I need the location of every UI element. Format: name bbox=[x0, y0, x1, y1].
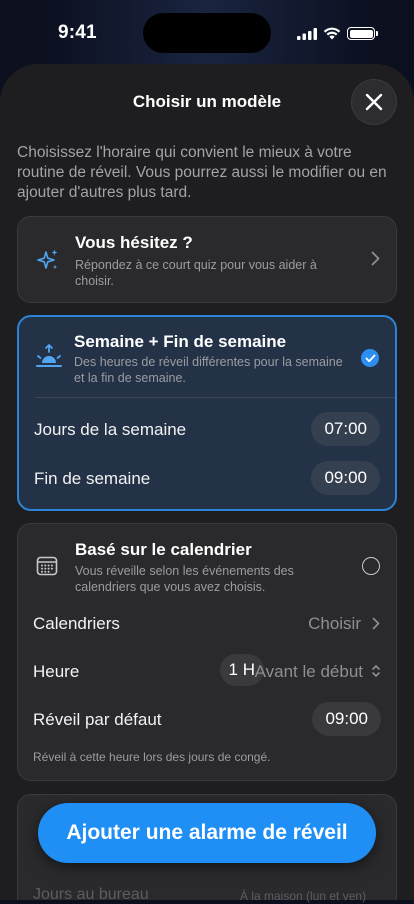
template-sheet: Choisir un modèle Choisissez l'horaire q… bbox=[0, 64, 414, 900]
office-days-label: Jours au bureau bbox=[33, 886, 149, 903]
wifi-icon bbox=[323, 27, 341, 40]
chevron-up-down-icon bbox=[372, 665, 380, 677]
calendar-icon bbox=[36, 556, 58, 576]
quiz-title: Vous hésitez ? bbox=[75, 233, 193, 252]
intro-text: Choisissez l'horaire qui convient le mie… bbox=[17, 144, 387, 201]
battery-icon bbox=[347, 27, 378, 40]
chevron-right-icon bbox=[372, 617, 380, 630]
default-wake-label: Réveil par défaut bbox=[33, 710, 162, 729]
status-time: 9:41 bbox=[58, 22, 97, 43]
calendars-choose-link[interactable]: Choisir bbox=[308, 614, 361, 634]
quiz-subtitle: Répondez à ce court quiz pour vous aider… bbox=[75, 258, 317, 288]
sunrise-icon bbox=[36, 344, 62, 367]
close-button[interactable] bbox=[352, 80, 396, 124]
weekend-time-button[interactable]: 09:00 bbox=[311, 461, 380, 495]
calendars-label: Calendriers bbox=[33, 614, 120, 633]
office-days-value: À la maison (lun et ven) bbox=[240, 889, 367, 903]
calendar-card[interactable]: Basé sur le calendrier Vous réveille sel… bbox=[17, 523, 397, 781]
calendar-subtitle: Vous réveille selon les événements des c… bbox=[75, 564, 294, 594]
time-label: Heure bbox=[33, 662, 80, 681]
selected-checkmark-icon bbox=[361, 349, 379, 367]
time-relation-select[interactable]: Avant le début bbox=[255, 662, 363, 682]
weekday-weekend-card[interactable]: Semaine + Fin de semaine Des heures de r… bbox=[17, 315, 397, 511]
weekdays-time-button[interactable]: 07:00 bbox=[311, 412, 380, 446]
calendar-title: Basé sur le calendrier bbox=[75, 540, 252, 559]
sparkles-icon bbox=[37, 249, 58, 269]
divider bbox=[35, 397, 395, 398]
weekend-label: Fin de semaine bbox=[34, 469, 151, 488]
default-wake-time-button[interactable]: 09:00 bbox=[312, 702, 381, 736]
quiz-card[interactable]: Vous hésitez ? Répondez à ce court quiz … bbox=[17, 216, 397, 303]
dynamic-island bbox=[143, 13, 271, 53]
unselected-radio-icon[interactable] bbox=[362, 557, 380, 575]
weekday-weekend-title: Semaine + Fin de semaine bbox=[74, 332, 287, 351]
chevron-right-icon bbox=[371, 251, 380, 266]
add-wake-alarm-button[interactable]: Ajouter une alarme de réveil bbox=[38, 803, 376, 863]
weekdays-label: Jours de la semaine bbox=[34, 420, 187, 439]
close-icon bbox=[365, 93, 383, 111]
cellular-signal-icon bbox=[297, 28, 317, 40]
weekday-weekend-subtitle: Des heures de réveil différentes pour la… bbox=[74, 355, 343, 385]
status-bar: 9:41 bbox=[0, 0, 414, 60]
default-wake-footnote: Réveil à cette heure lors des jours de c… bbox=[33, 750, 271, 764]
